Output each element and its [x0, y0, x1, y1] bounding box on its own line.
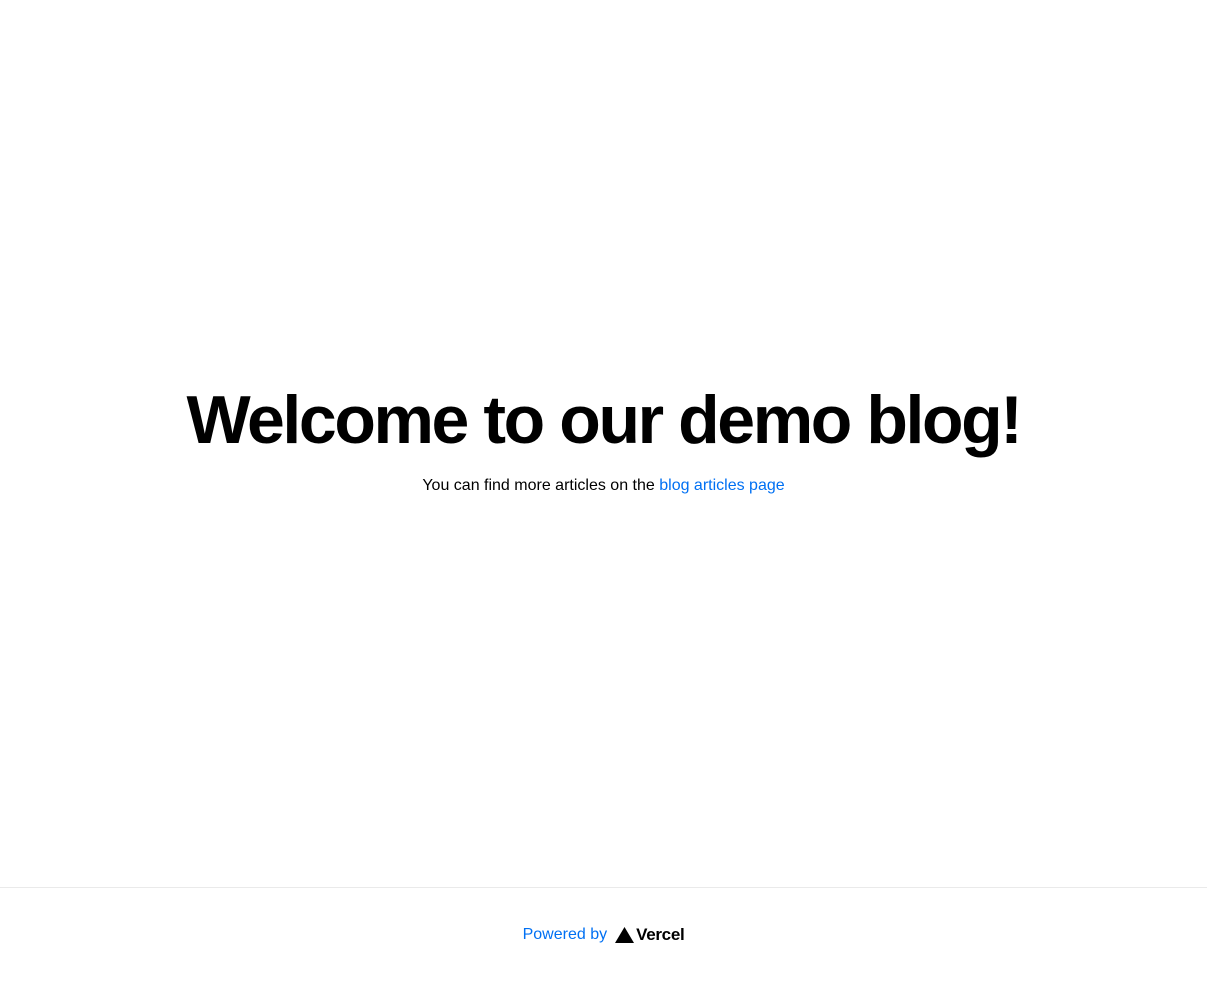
- page-description: You can find more articles on the blog a…: [422, 474, 784, 498]
- powered-by-vercel-link[interactable]: Powered by Vercel: [523, 925, 685, 945]
- page-title: Welcome to our demo blog!: [186, 382, 1023, 459]
- description-text: You can find more articles on the: [422, 476, 660, 494]
- vercel-logo-text: Vercel: [636, 925, 685, 944]
- main-content: Welcome to our demo blog! You can find m…: [0, 0, 1207, 887]
- vercel-logo: Vercel: [615, 925, 685, 945]
- page: Welcome to our demo blog! You can find m…: [0, 0, 1207, 982]
- footer: Powered by Vercel: [0, 887, 1207, 982]
- triangle-icon: [615, 927, 635, 943]
- blog-articles-link[interactable]: blog articles page: [659, 477, 784, 494]
- powered-by-label: Powered by: [522, 926, 608, 943]
